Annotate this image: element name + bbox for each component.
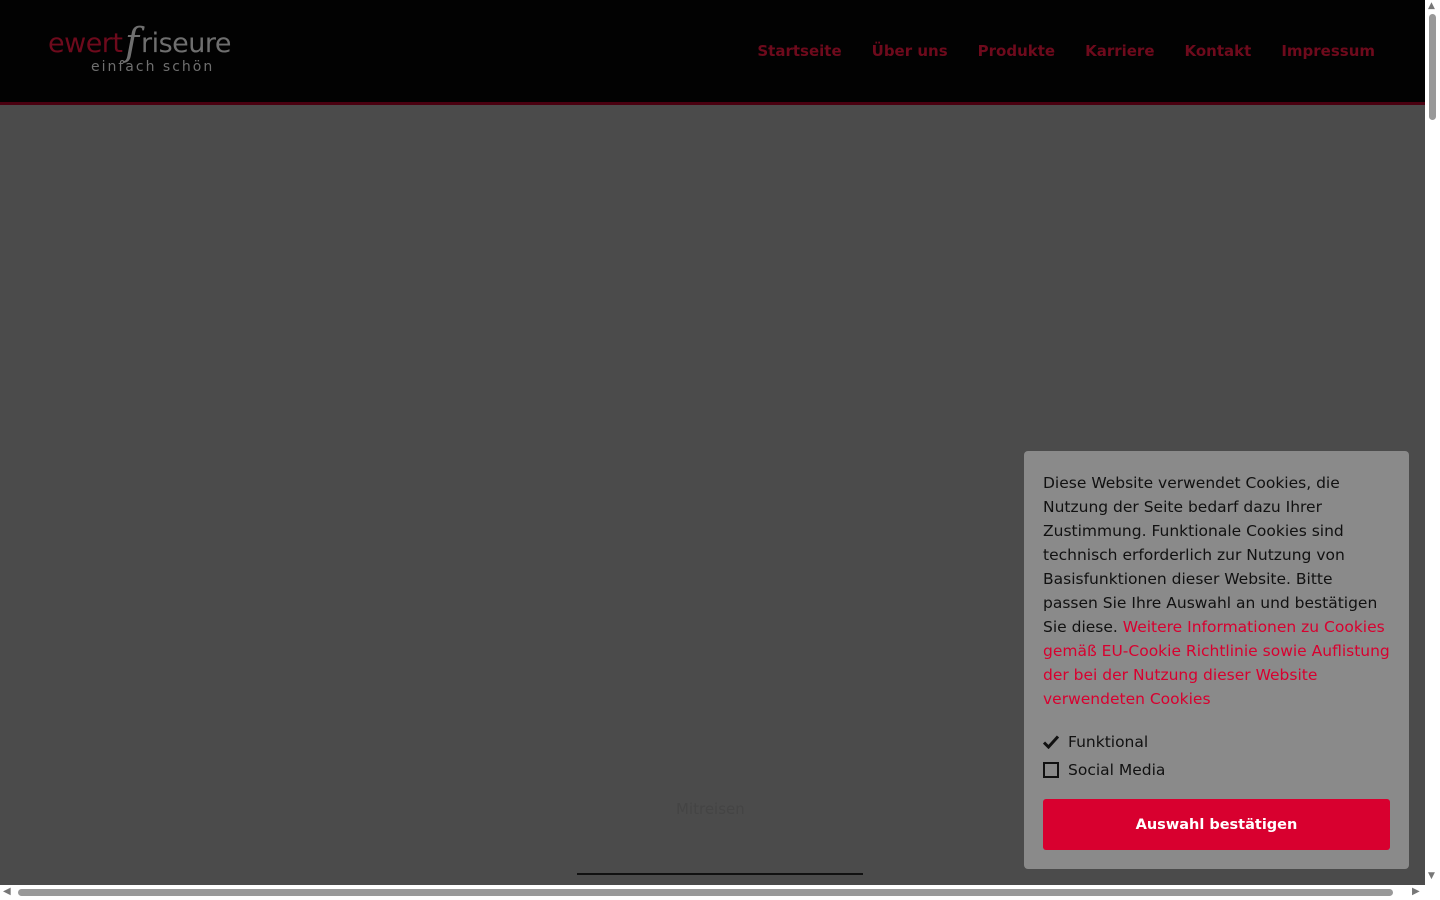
option-social-media[interactable]: Social Media: [1043, 761, 1390, 779]
logo-letter-f: f: [125, 20, 140, 64]
nav-ueber-uns[interactable]: Über uns: [872, 42, 948, 60]
logo-tagline: einfach schön: [91, 59, 215, 75]
logo[interactable]: ewert f riseure einfach schön: [48, 20, 248, 78]
checkmark-icon: [1043, 734, 1059, 750]
site-header: ewert f riseure einfach schön Startseite…: [0, 0, 1425, 105]
nav-produkte[interactable]: Produkte: [978, 42, 1055, 60]
nav-startseite[interactable]: Startseite: [757, 42, 841, 60]
option-funktional[interactable]: Funktional: [1043, 733, 1390, 751]
scroll-up-arrow-icon[interactable]: ▲: [1428, 2, 1435, 11]
scroll-down-arrow-icon[interactable]: ▼: [1428, 872, 1435, 881]
cookie-text: Diese Website verwendet Cookies, die Nut…: [1043, 471, 1390, 711]
main-nav: Startseite Über uns Produkte Karriere Ko…: [757, 42, 1375, 60]
logo-word-ewert: ewert: [48, 28, 123, 59]
option-social-media-label: Social Media: [1068, 761, 1166, 779]
horizontal-scroll-thumb[interactable]: [18, 889, 1393, 896]
nav-kontakt[interactable]: Kontakt: [1185, 42, 1252, 60]
hero-divider: [577, 873, 863, 875]
nav-karriere[interactable]: Karriere: [1085, 42, 1154, 60]
cookie-description: Diese Website verwendet Cookies, die Nut…: [1043, 474, 1378, 636]
confirm-selection-button[interactable]: Auswahl bestätigen: [1043, 799, 1390, 850]
vertical-scroll-thumb[interactable]: [1429, 14, 1436, 120]
hero-label: Mitreisen: [676, 800, 745, 818]
horizontal-scrollbar[interactable]: ◀ ▶: [0, 885, 1440, 900]
checkbox-empty-icon[interactable]: [1043, 762, 1059, 778]
scroll-right-arrow-icon[interactable]: ▶: [1412, 887, 1420, 897]
nav-impressum[interactable]: Impressum: [1281, 42, 1375, 60]
scroll-left-arrow-icon[interactable]: ◀: [3, 887, 11, 897]
logo-word-riseure: riseure: [141, 28, 232, 59]
cookie-banner: Diese Website verwendet Cookies, die Nut…: [1024, 451, 1409, 869]
page: ewert f riseure einfach schön Startseite…: [0, 0, 1425, 885]
option-funktional-label: Funktional: [1068, 733, 1149, 751]
vertical-scrollbar[interactable]: ▲ ▼: [1425, 0, 1440, 885]
